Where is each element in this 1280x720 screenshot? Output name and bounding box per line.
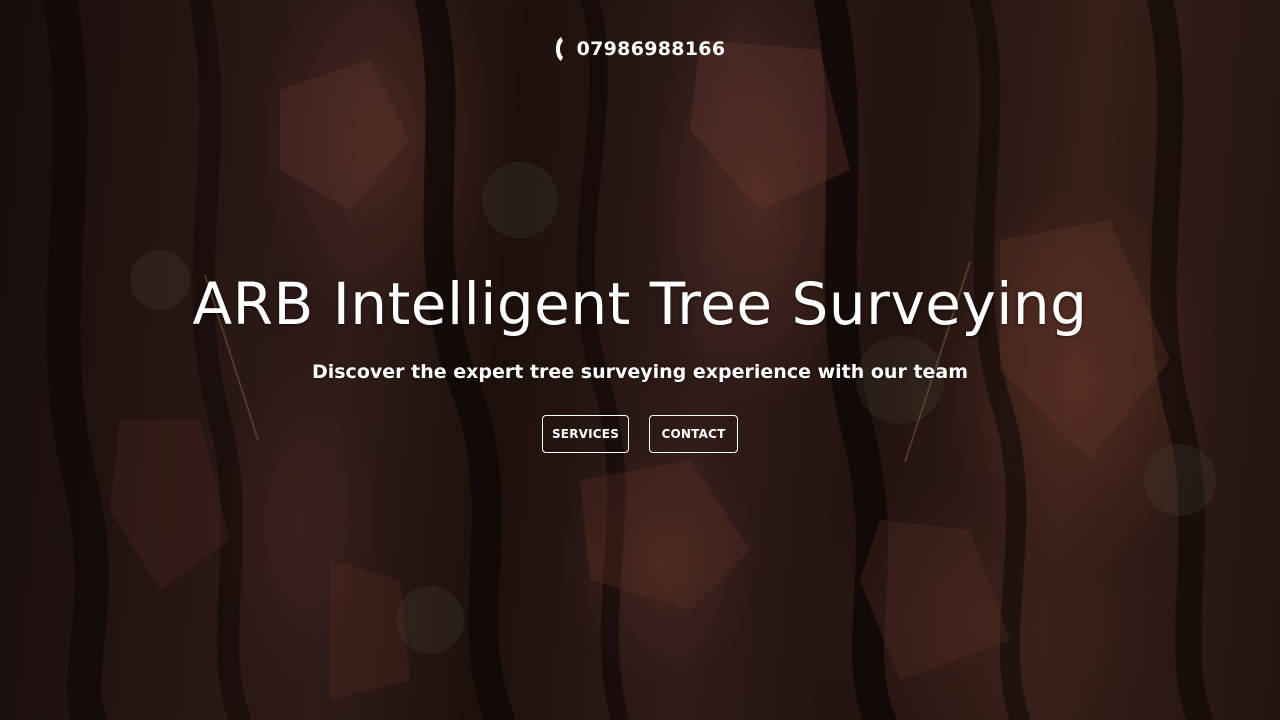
phone-number-link[interactable]: 07986988166: [577, 38, 726, 60]
hero-section: 07986988166 ARB Intelligent Tree Surveyi…: [0, 0, 1280, 720]
services-button[interactable]: SERVICES: [542, 415, 629, 453]
cta-button-group: SERVICES CONTACT: [0, 415, 1280, 453]
phone-icon: [555, 37, 563, 61]
page-title: ARB Intelligent Tree Surveying: [192, 270, 1088, 338]
hero-subtitle: Discover the expert tree surveying exper…: [311, 361, 969, 383]
contact-button[interactable]: CONTACT: [649, 415, 738, 453]
phone-contact[interactable]: 07986988166: [0, 36, 1280, 62]
